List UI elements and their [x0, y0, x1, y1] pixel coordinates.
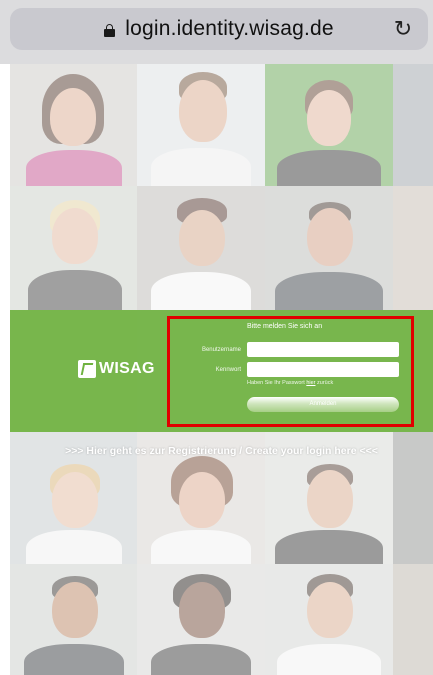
photo-tile	[393, 186, 433, 310]
photo-tile	[393, 564, 433, 675]
wisag-logo-icon	[78, 360, 96, 378]
lock-icon	[104, 23, 116, 37]
photo-tile	[10, 186, 137, 310]
wisag-logo: WISAG	[78, 360, 155, 378]
photo-tile	[265, 64, 393, 186]
browser-toolbar: login.identity.wisag.de ↻	[0, 0, 433, 64]
photo-tile	[137, 186, 265, 310]
registration-link-row: >>> Hier geht es zur Registrierung / Cre…	[10, 445, 433, 457]
photo-tile	[393, 64, 433, 186]
address-bar[interactable]: login.identity.wisag.de ↻	[10, 8, 428, 50]
photo-tile	[137, 564, 265, 675]
photo-tile	[265, 186, 393, 310]
url-text[interactable]: login.identity.wisag.de	[125, 17, 334, 41]
login-form-highlight	[167, 316, 414, 427]
wisag-logo-text: WISAG	[99, 360, 155, 377]
photo-tile	[10, 564, 137, 675]
registration-link[interactable]: >>> Hier geht es zur Registrierung / Cre…	[65, 445, 378, 457]
reload-icon[interactable]: ↻	[392, 18, 414, 40]
photo-tile	[137, 64, 265, 186]
photo-tile	[265, 564, 393, 675]
photo-tile	[10, 64, 137, 186]
